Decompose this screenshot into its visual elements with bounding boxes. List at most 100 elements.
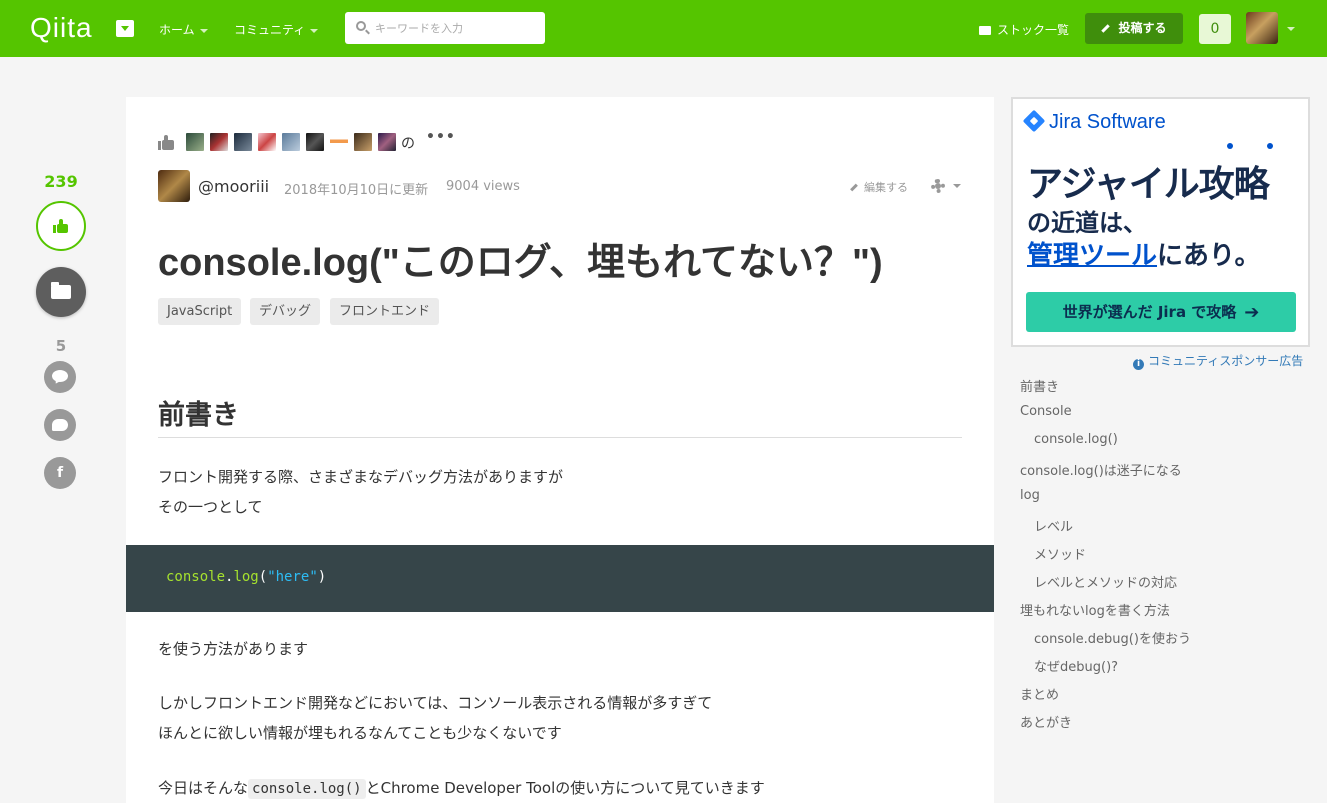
ad-headline: アジャイル攻略 bbox=[1027, 164, 1270, 205]
liker-avatar[interactable] bbox=[306, 133, 324, 151]
ad-dot bbox=[1227, 143, 1233, 149]
liker-avatar[interactable] bbox=[378, 133, 396, 151]
edit-label: 編集する bbox=[864, 181, 908, 194]
sponsor-ad[interactable]: Jira Software アジャイル攻略 の近道は、 管理ツールにあり。 世界… bbox=[1011, 97, 1310, 347]
twitter-icon bbox=[52, 419, 68, 431]
nav-home[interactable]: ホーム bbox=[159, 21, 208, 38]
search-input[interactable] bbox=[375, 19, 535, 37]
code-token: ( bbox=[258, 569, 268, 585]
comment-icon bbox=[52, 370, 68, 382]
jira-logo-icon bbox=[1022, 109, 1046, 133]
paragraph-text: とChrome Developer Toolの使い方について見ていきます bbox=[365, 779, 765, 797]
paragraph: 今日はそんな console.log() とChrome Developer Too… bbox=[158, 773, 765, 803]
paragraph: を使う方法があります bbox=[158, 640, 309, 658]
chevron-down-icon[interactable] bbox=[953, 184, 961, 188]
tag-debug[interactable]: デバッグ bbox=[250, 298, 321, 325]
toc-item[interactable]: console.debug()を使おう bbox=[1034, 628, 1191, 647]
stock-list-link[interactable]: ストック一覧 bbox=[979, 21, 1069, 38]
likers-suffix: の bbox=[401, 136, 415, 152]
toc-item[interactable]: レベルとメソッドの対応 bbox=[1034, 572, 1177, 591]
jira-brand: Jira Software bbox=[1049, 111, 1166, 133]
toc-item[interactable]: なぜdebug()? bbox=[1034, 656, 1118, 675]
info-icon: i bbox=[1133, 359, 1144, 370]
divider bbox=[158, 437, 962, 438]
thumbs-up-icon bbox=[53, 219, 69, 233]
toc-item[interactable]: レベル bbox=[1034, 516, 1073, 535]
toc-item[interactable]: メソッド bbox=[1034, 544, 1086, 563]
pencil-icon bbox=[850, 183, 858, 192]
article: の ••• @mooriii 2018年10月10日に更新 9004 views… bbox=[126, 97, 994, 803]
ad-cta-button[interactable]: 世界が選んだ Jira で攻略 ➔ bbox=[1026, 292, 1296, 332]
toc-item[interactable]: まとめ bbox=[1020, 684, 1059, 703]
liker-avatar[interactable] bbox=[258, 133, 276, 151]
comment-count: 5 bbox=[55, 337, 67, 355]
view-count: 9004 views bbox=[446, 179, 520, 194]
search-box bbox=[345, 12, 545, 44]
chevron-down-icon bbox=[310, 28, 319, 33]
tag-frontend[interactable]: フロントエンド bbox=[330, 298, 440, 325]
pencil-icon bbox=[1101, 24, 1111, 33]
thumbs-up-icon bbox=[158, 135, 174, 150]
liker-avatar[interactable] bbox=[186, 133, 204, 151]
post-button-label: 投稿する bbox=[1118, 21, 1167, 35]
comment-button[interactable] bbox=[44, 361, 76, 393]
facebook-icon: f bbox=[56, 465, 64, 481]
sponsor-link[interactable]: i コミュニティスポンサー広告 bbox=[1133, 352, 1303, 370]
qiita-logo[interactable]: Qiita bbox=[30, 12, 93, 44]
author-name[interactable]: @mooriii bbox=[198, 177, 269, 196]
ad-highlight: 管理ツール bbox=[1027, 241, 1158, 271]
paragraph-text: 今日はそんな bbox=[158, 779, 249, 797]
ad-subheadline: の近道は、 bbox=[1027, 209, 1147, 237]
paragraph-line: ほんとに欲しい情報が埋もれるなんてことも少なくないです bbox=[158, 724, 562, 742]
toc-item[interactable]: Console bbox=[1020, 404, 1072, 419]
folder-icon bbox=[51, 282, 71, 299]
updated-date: 2018年10月10日に更新 bbox=[284, 183, 429, 198]
ad-cta-label: 世界が選んだ Jira で攻略 bbox=[1062, 303, 1237, 321]
chevron-down-icon bbox=[199, 28, 208, 33]
chevron-down-icon[interactable] bbox=[1287, 27, 1295, 31]
notification-count[interactable]: 0 bbox=[1199, 14, 1231, 44]
lgtm-count: 239 bbox=[44, 172, 78, 191]
liker-avatar[interactable] bbox=[210, 133, 228, 151]
toc-item[interactable]: あとがき bbox=[1020, 712, 1072, 731]
sponsor-label: コミュニティスポンサー広告 bbox=[1148, 354, 1304, 368]
toc-item[interactable]: 前書き bbox=[1020, 376, 1059, 395]
code-token: console bbox=[166, 569, 226, 585]
user-avatar[interactable] bbox=[1246, 12, 1278, 44]
ad-text: にあり。 bbox=[1157, 241, 1261, 271]
code-line: console.log("here") bbox=[166, 569, 326, 585]
top-header: Qiita ホーム コミュニティ ストック一覧 投稿する 0 bbox=[0, 0, 1327, 57]
code-token: ) bbox=[317, 569, 327, 585]
gear-icon[interactable] bbox=[929, 177, 947, 195]
article-title: console.log("このログ、埋もれてない？") bbox=[158, 242, 883, 284]
paragraph-line: その一つとして bbox=[158, 498, 263, 516]
facebook-share-button[interactable]: f bbox=[44, 457, 76, 489]
code-token: "here" bbox=[267, 569, 318, 585]
stock-button[interactable] bbox=[36, 267, 86, 317]
twitter-share-button[interactable] bbox=[44, 409, 76, 441]
liker-avatar[interactable] bbox=[282, 133, 300, 151]
toc-item[interactable]: log bbox=[1020, 488, 1040, 503]
lgtm-button[interactable] bbox=[36, 201, 86, 251]
more-likers-button[interactable]: ••• bbox=[426, 129, 456, 145]
post-button[interactable]: 投稿する bbox=[1085, 13, 1183, 44]
section-heading: 前書き bbox=[158, 400, 239, 431]
logo-dropdown-button[interactable] bbox=[116, 20, 134, 37]
edit-link[interactable]: 編集する bbox=[850, 179, 908, 195]
arrow-right-icon: ➔ bbox=[1244, 302, 1260, 323]
toc-item[interactable]: console.log() bbox=[1034, 432, 1118, 447]
liker-avatar[interactable] bbox=[234, 133, 252, 151]
toc-item[interactable]: 埋もれないlogを書く方法 bbox=[1020, 600, 1170, 619]
search-icon bbox=[356, 21, 366, 31]
liker-avatar[interactable] bbox=[330, 133, 348, 151]
tag-javascript[interactable]: JavaScript bbox=[158, 298, 242, 325]
ad-dot bbox=[1267, 143, 1273, 149]
liker-avatar[interactable] bbox=[354, 133, 372, 151]
nav-community[interactable]: コミュニティ bbox=[234, 21, 319, 38]
ad-subheadline: 管理ツールにあり。 bbox=[1027, 235, 1261, 272]
paragraph-line: しかしフロントエンド開発などにおいては、コンソール表示される情報が多すぎて bbox=[158, 694, 713, 712]
stock-list-label: ストック一覧 bbox=[997, 23, 1070, 37]
toc-item[interactable]: console.log()は迷子になる bbox=[1020, 460, 1182, 479]
author-avatar[interactable] bbox=[158, 170, 190, 202]
nav-home-label: ホーム bbox=[159, 23, 195, 37]
